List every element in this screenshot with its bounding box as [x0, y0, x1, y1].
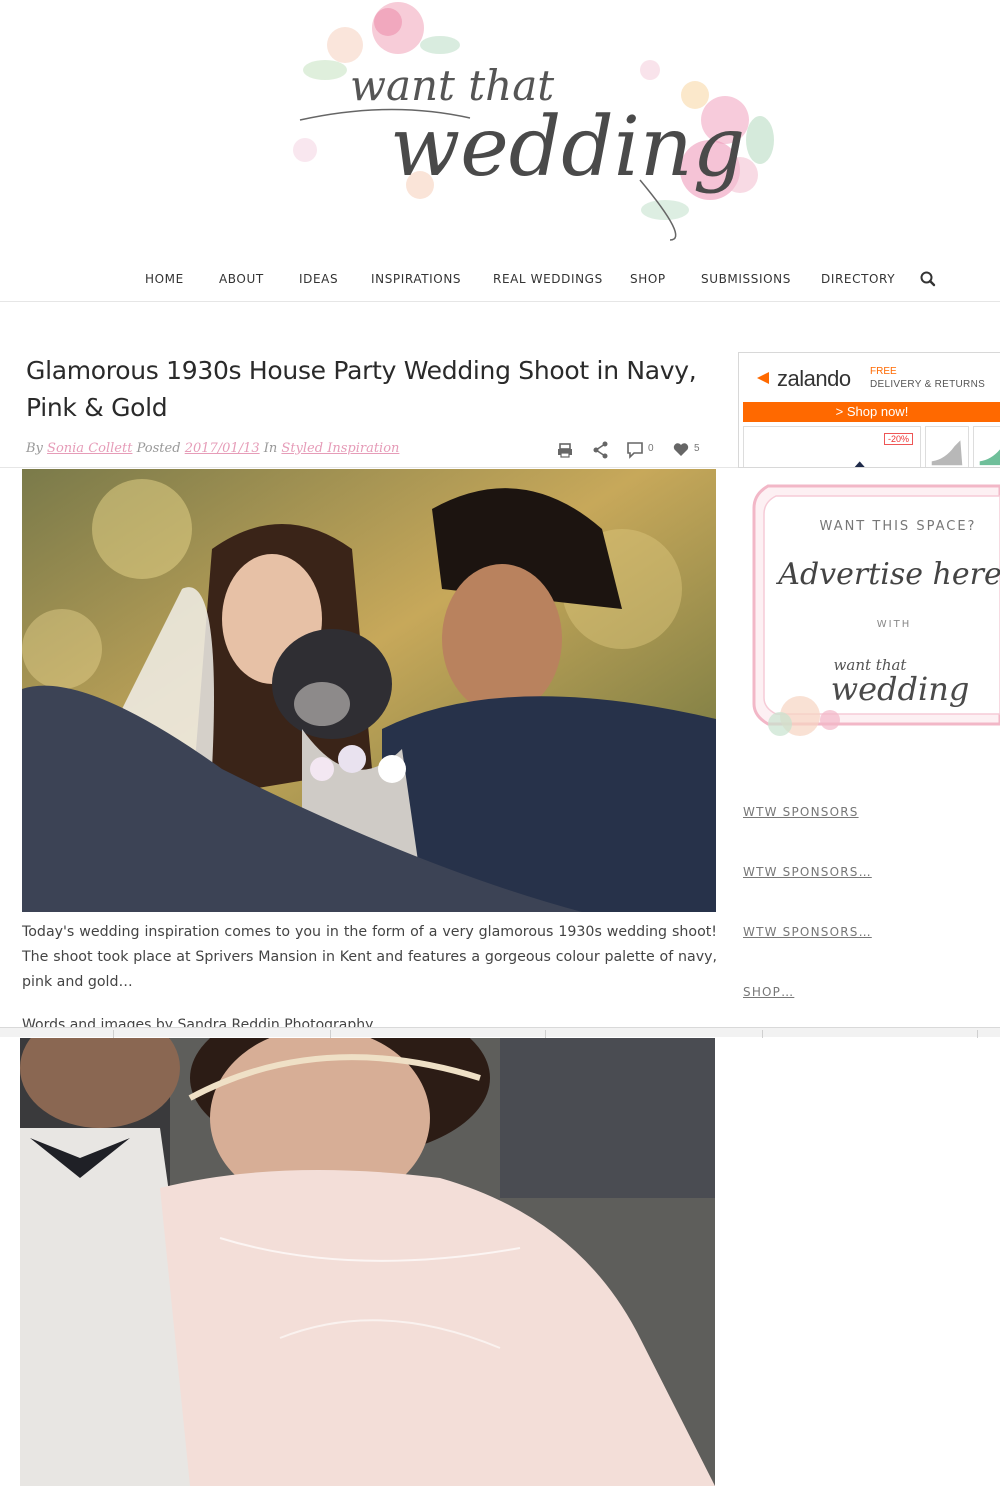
nav-ideas[interactable]: IDEAS: [299, 272, 338, 286]
print-icon[interactable]: [556, 439, 574, 461]
nav-home[interactable]: HOME: [145, 272, 184, 286]
nav-inspirations[interactable]: INSPIRATIONS: [371, 272, 461, 286]
ad-line5: wedding: [831, 670, 970, 708]
zalando-product-tile[interactable]: [973, 426, 1000, 467]
main-navigation: HOME ABOUT IDEAS INSPIRATIONS REAL WEDDI…: [0, 262, 1000, 302]
shoe-image: [931, 440, 963, 466]
discount-badge: -20%: [884, 433, 914, 445]
comment-icon[interactable]: [626, 439, 644, 461]
shoe-image: [979, 449, 1000, 466]
photo-couple-dog: [22, 469, 716, 912]
author-link[interactable]: Sonia Collett: [47, 441, 132, 456]
article-intro: Today's wedding inspiration comes to you…: [22, 924, 717, 990]
article-title: Glamorous 1930s House Party Wedding Shoo…: [26, 356, 697, 422]
advertise-here-ad[interactable]: WANT THIS SPACE? Advertise here WITH wan…: [750, 484, 1000, 746]
nav-shop[interactable]: SHOP: [630, 272, 666, 286]
content-divider: [0, 467, 740, 468]
category-link[interactable]: Styled Inspiration: [281, 441, 399, 456]
sidebar-sponsors-link[interactable]: WTW SPONSORS…: [743, 865, 872, 879]
zalando-free: FREE: [870, 366, 897, 377]
ad-line2: Advertise here: [775, 557, 1000, 592]
page-fold-divider: [0, 1027, 1000, 1038]
comment-count: 0: [648, 443, 654, 454]
article-image-couple-dog[interactable]: [22, 469, 716, 912]
site-logo[interactable]: want that wedding: [270, 0, 800, 250]
zalando-product-tile[interactable]: [925, 426, 969, 467]
zalando-delivery: DELIVERY & RETURNS: [870, 379, 986, 390]
sidebar-sponsors-link[interactable]: WTW SPONSORS…: [743, 925, 872, 939]
article-meta: By Sonia Collett Posted 2017/01/13 In St…: [26, 441, 399, 456]
zalando-shop-now-button[interactable]: > Shop now!: [743, 402, 1000, 422]
date-link[interactable]: 2017/01/13: [185, 441, 260, 456]
photo-bride-closeup: [20, 1038, 715, 1486]
like-count: 5: [694, 443, 700, 454]
nav-about[interactable]: ABOUT: [219, 272, 264, 286]
sidebar-shop-link[interactable]: SHOP…: [743, 985, 794, 999]
posted-label: Posted: [136, 441, 181, 456]
sidebar-sponsors-link[interactable]: WTW SPONSORS: [743, 805, 859, 819]
ad-line3: WITH: [877, 619, 911, 630]
photo-credit: Words and images by Sandra Reddin Photog…: [22, 1017, 374, 1028]
article-image-bride-closeup[interactable]: [20, 1038, 715, 1486]
zalando-logo-icon: [757, 372, 769, 384]
search-icon[interactable]: [919, 270, 937, 288]
nav-real-weddings[interactable]: REAL WEDDINGS: [493, 272, 603, 286]
share-icon[interactable]: [592, 439, 610, 461]
ad-line1: WANT THIS SPACE?: [820, 519, 977, 534]
nav-submissions[interactable]: SUBMISSIONS: [701, 272, 791, 286]
zalando-brand: zalando: [777, 366, 851, 391]
logo-artwork: want that wedding: [293, 2, 774, 241]
article-tools: 0 5: [554, 439, 714, 461]
nav-directory[interactable]: DIRECTORY: [821, 272, 895, 286]
logo-text-main: wedding: [390, 100, 745, 195]
in-label: In: [263, 441, 278, 456]
advertise-artwork: WANT THIS SPACE? Advertise here WITH wan…: [752, 484, 1000, 736]
zalando-ad[interactable]: zalando FREE DELIVERY & RETURNS > Shop n…: [738, 352, 1000, 468]
heart-icon[interactable]: [672, 439, 690, 461]
by-label: By: [26, 441, 43, 456]
